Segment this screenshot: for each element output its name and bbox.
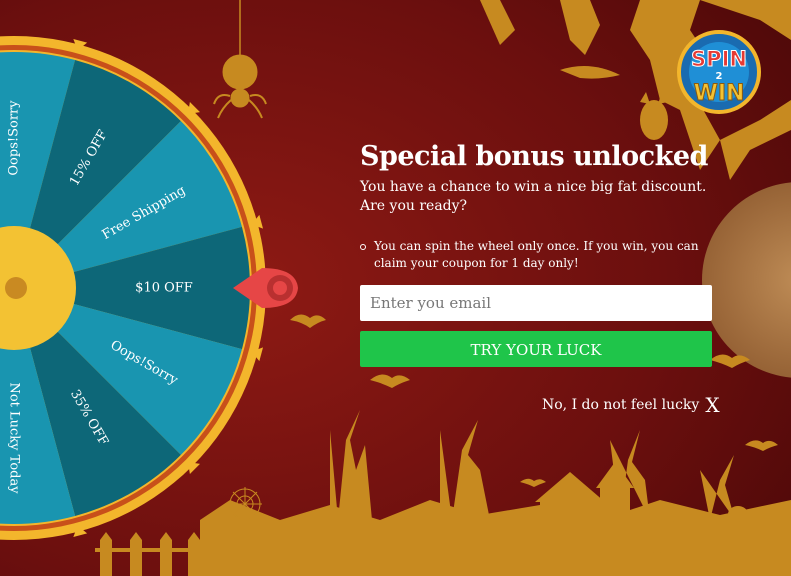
spin2win-logo: SPIN 2 WIN — [672, 28, 766, 116]
page-title: Special bonus unlocked — [360, 141, 708, 172]
close-icon[interactable]: X — [705, 395, 719, 415]
email-field[interactable] — [360, 285, 712, 321]
bonus-panel: Special bonus unlocked You have a chance… — [360, 140, 712, 367]
logo-win-text: WIN — [694, 81, 745, 106]
decline-label: No, I do not feel lucky — [542, 397, 700, 413]
wheel-segment-label: Not Lucky Today — [7, 382, 22, 494]
logo-spin-text: SPIN — [691, 47, 747, 71]
try-your-luck-button[interactable]: TRY YOUR LUCK — [360, 331, 712, 367]
decline-link[interactable]: No, I do not feel lucky X — [542, 395, 720, 415]
rules-list: You can spin the wheel only once. If you… — [360, 238, 712, 272]
spider-web-icon — [228, 487, 262, 521]
wheel-segment-label: $10 OFF — [135, 281, 193, 296]
wheel-segment-label: Oops!Sorry — [7, 100, 22, 176]
subtitle: You have a chance to win a nice big fat … — [360, 179, 707, 214]
wheel-hub — [5, 277, 27, 299]
rule-item: You can spin the wheel only once. If you… — [360, 238, 712, 272]
